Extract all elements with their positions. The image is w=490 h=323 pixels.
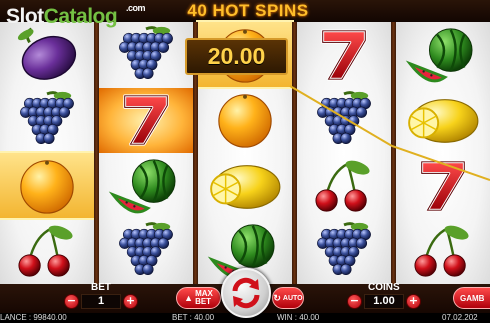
coins-increase-button[interactable]: +: [406, 294, 421, 309]
slotcatalog-logo: SlotCatalog .com: [6, 3, 146, 28]
total-bet-readout: BET : 40.00: [172, 313, 215, 322]
max-bet-button[interactable]: ▲ MAX BET: [176, 287, 221, 309]
arrow-up-icon: ▲: [184, 293, 194, 303]
grapes-icon: [119, 222, 173, 275]
clock-readout: 07.02.202: [442, 313, 478, 322]
grapes-icon: [317, 91, 371, 144]
watermelon-symbol: [99, 153, 193, 218]
reel-separator: [391, 22, 396, 284]
orange-symbol: [0, 151, 96, 220]
auto-spin-button[interactable]: ↻ AUTO: [272, 287, 304, 309]
orange-icon: [20, 159, 74, 214]
lemon-symbol: [198, 153, 292, 218]
watermelon-icon: [108, 158, 176, 213]
coins-label: COINS: [368, 282, 400, 293]
watermelon-symbol: [396, 22, 490, 87]
lemon-icon: [210, 164, 281, 209]
seven-symbol: [99, 87, 193, 153]
win-amount-display: 20.00: [185, 38, 288, 75]
bet-value: 1: [81, 294, 121, 309]
seven-icon: [321, 28, 367, 81]
gamble-button[interactable]: GAMB: [453, 287, 490, 309]
grapes-icon: [119, 25, 173, 79]
cherries-symbol: [0, 219, 94, 284]
coins-decrease-button[interactable]: −: [347, 294, 362, 309]
coins-value: 1.00: [364, 294, 404, 309]
cherries-symbol: [297, 153, 391, 218]
cherries-icon: [315, 160, 370, 212]
game-title: 40 HOT SPINS: [187, 1, 309, 20]
seven-icon: [420, 159, 466, 212]
lemon-icon: [408, 99, 479, 143]
orange-symbol: [198, 88, 292, 153]
grapes-symbol: [297, 219, 391, 284]
cherries-icon: [18, 225, 73, 277]
orange-icon: [218, 94, 272, 148]
grapes-symbol: [297, 88, 391, 153]
bet-decrease-button[interactable]: −: [64, 294, 79, 309]
spin-arrows-icon: [232, 277, 260, 309]
total-win-readout: WIN : 40.00: [277, 313, 320, 322]
reel-separator: [292, 22, 297, 284]
grapes-icon: [317, 222, 371, 275]
spin-button[interactable]: [221, 268, 271, 318]
seven-icon: [123, 94, 169, 146]
bet-label: BET: [91, 282, 111, 293]
cherries-symbol: [396, 219, 490, 284]
watermelon-icon: [405, 27, 473, 82]
bet-increase-button[interactable]: +: [123, 294, 138, 309]
grapes-symbol: [99, 219, 193, 284]
seven-symbol: [297, 22, 391, 87]
reel-2: [99, 22, 193, 284]
cherries-icon: [414, 225, 469, 277]
lemon-symbol: [396, 88, 490, 153]
grapes-symbol: [0, 88, 94, 153]
plum-icon: [17, 27, 77, 80]
reel-4: [297, 22, 391, 284]
reel-5: [396, 22, 490, 284]
seven-symbol: [396, 153, 490, 218]
balance-readout: LANCE : 99840.00: [0, 313, 67, 322]
auto-loop-icon: ↻: [273, 292, 281, 303]
grapes-icon: [20, 91, 74, 144]
reel-separator: [94, 22, 99, 284]
reel-1: [0, 22, 96, 284]
